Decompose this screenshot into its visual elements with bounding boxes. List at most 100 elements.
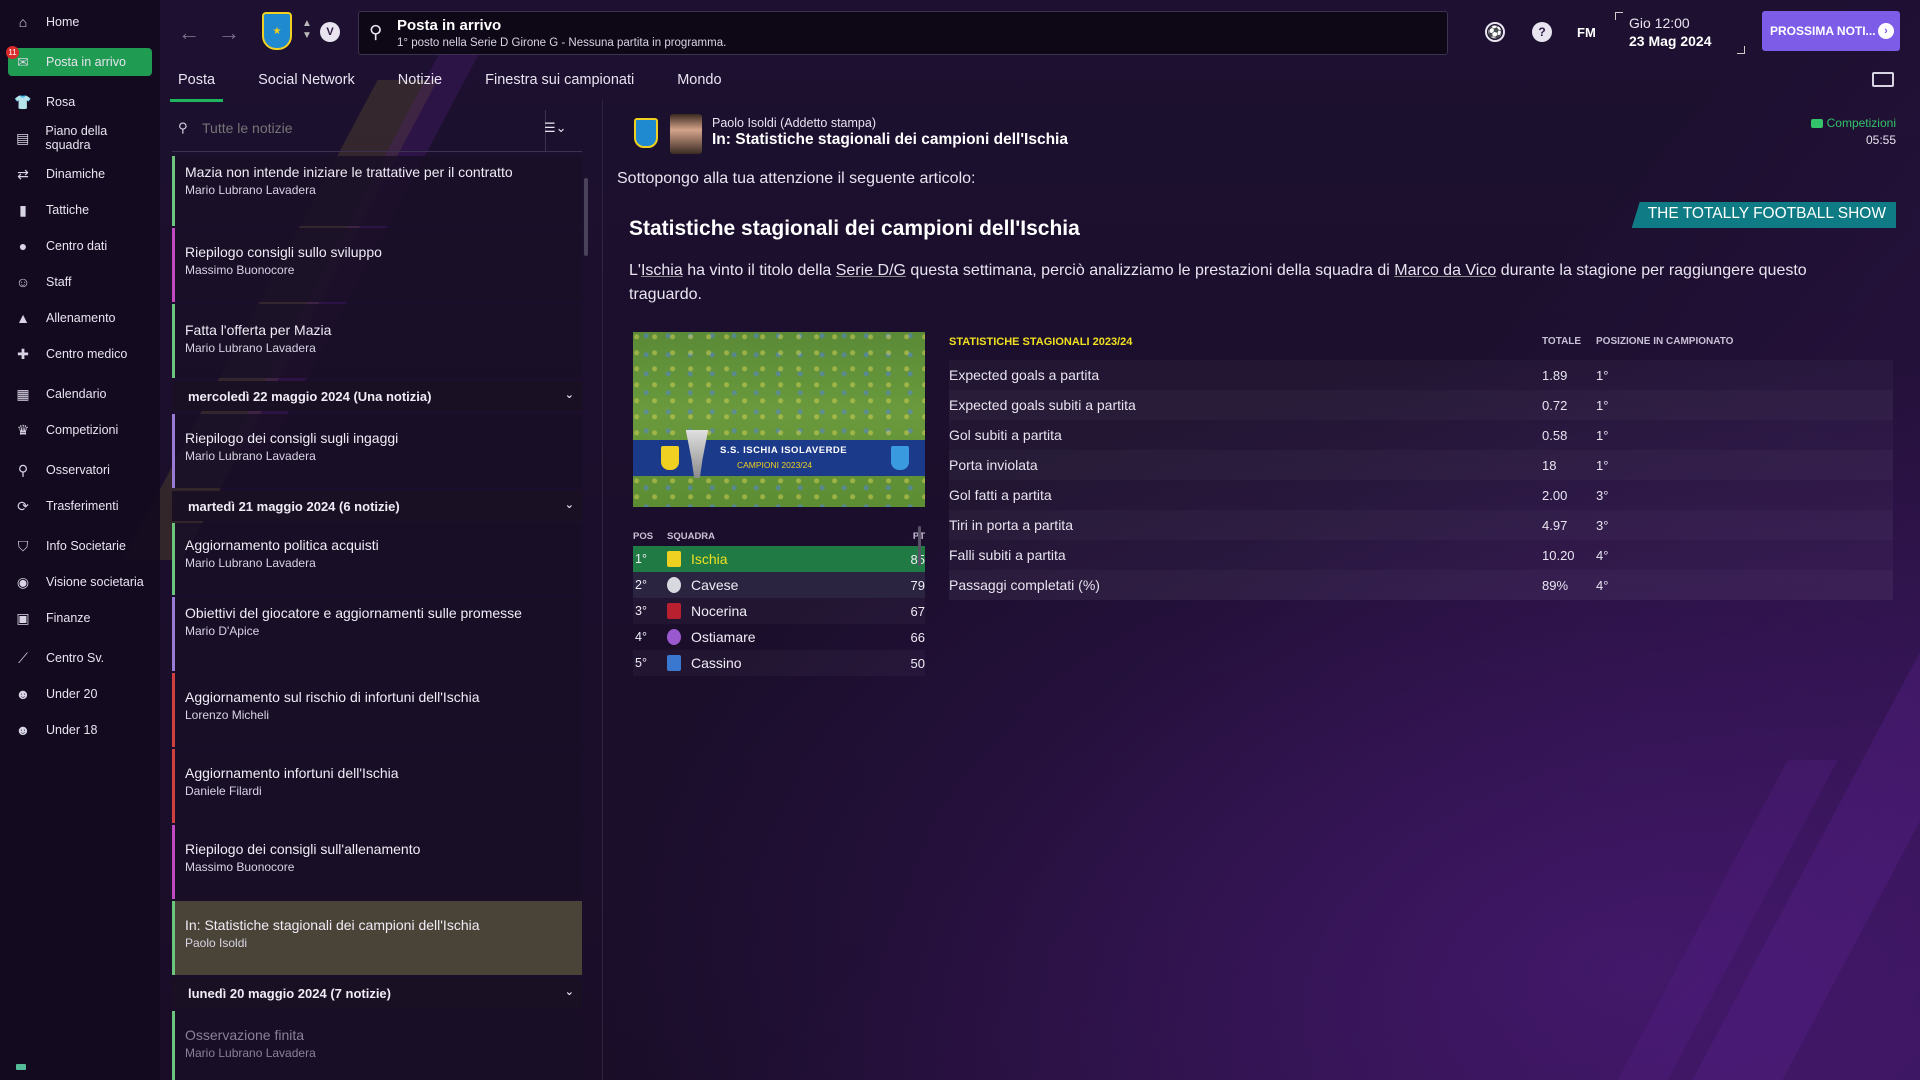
table-scrollbar[interactable]: [918, 526, 921, 566]
sidebar: 11 ⌂ Home ✉ Posta in arrivo 👕 Rosa ▤ Piano d…: [0, 0, 160, 1080]
list-item[interactable]: Aggiornamento politica acquisti Mario Lu…: [172, 523, 582, 595]
team-crest: [667, 603, 681, 619]
sidebar-item-squad-plan[interactable]: ▤ Piano della squadra: [8, 124, 152, 152]
sidebar-item-tactics[interactable]: ▮ Tattiche: [8, 196, 152, 224]
news-search-input[interactable]: [202, 120, 502, 136]
stat-value: 18: [1542, 457, 1557, 473]
sidebar-item-dynamics[interactable]: ⇄ Dinamiche: [8, 160, 152, 188]
list-item-selected[interactable]: In: Statistiche stagionali dei campioni …: [172, 901, 582, 975]
continue-button[interactable]: PROSSIMA NOTI... ›: [1762, 11, 1900, 51]
sidebar-item-staff[interactable]: ☺ Staff: [8, 268, 152, 296]
date-group-header[interactable]: martedì 21 maggio 2024 (6 notizie) ⌄: [172, 491, 582, 521]
table-row[interactable]: 5° Cassino 50: [633, 650, 925, 676]
stat-rank: 1°: [1596, 427, 1609, 443]
sidebar-item-under18[interactable]: ☻ Under 18: [8, 716, 152, 744]
list-item[interactable]: Aggiornamento infortuni dell'Ischia Dani…: [172, 749, 582, 823]
squad-icon: 👕: [14, 93, 32, 110]
message-sender: Daniele Filardi: [185, 784, 262, 798]
back-arrow-icon[interactable]: ←: [178, 20, 200, 46]
vision-icon: ◉: [16, 573, 30, 590]
tab-news[interactable]: Notizie: [390, 70, 450, 96]
club-switch-chevrons-icon[interactable]: ▲ ▼: [302, 18, 312, 42]
list-item[interactable]: Osservazione finita Mario Lubrano Lavade…: [172, 1011, 582, 1080]
help-icon[interactable]: ?: [1532, 22, 1552, 42]
stats-rows: Expected goals a partita 1.89 1° Expected …: [949, 360, 1893, 600]
club-badge[interactable]: ★: [262, 12, 292, 50]
category-link[interactable]: Competizioni: [1810, 116, 1896, 130]
sidebar-item-finances[interactable]: ▣ Finanze: [8, 604, 152, 632]
sidebar-item-club-vision[interactable]: ◉ Visione societaria: [8, 568, 152, 596]
table-row[interactable]: 3° Nocerina 67: [633, 598, 925, 624]
tab-social-network[interactable]: Social Network: [250, 70, 363, 96]
message-title: Riepilogo dei consigli sugli ingaggi: [185, 430, 399, 446]
list-scrollbar[interactable]: [584, 178, 588, 256]
sidebar-item-label: Rosa: [46, 95, 76, 109]
sidebar-item-competitions[interactable]: ♛ Competizioni: [8, 416, 152, 444]
message-title: Riepilogo consigli sullo sviluppo: [185, 244, 382, 260]
list-item[interactable]: Riepilogo dei consigli sugli ingaggi Mar…: [172, 414, 582, 488]
sender-name[interactable]: Paolo Isoldi (Addetto stampa): [712, 116, 876, 130]
sidebar-item-club-info[interactable]: ⛉ Info Societarie: [8, 532, 152, 560]
sidebar-item-scouting[interactable]: ⚲ Osservatori: [8, 456, 152, 484]
stat-label: Gol fatti a partita: [949, 487, 1052, 503]
date-group-header[interactable]: mercoledì 22 maggio 2024 (Una notizia) ⌄: [172, 381, 582, 411]
forward-arrow-icon[interactable]: →: [218, 20, 240, 46]
chevron-down-icon: ⌄: [564, 389, 574, 401]
sidebar-item-transfers[interactable]: ⟳ Trasferimenti: [8, 492, 152, 520]
sender-avatar[interactable]: [670, 114, 702, 154]
list-item[interactable]: Obiettivi del giocatore e aggiornamenti …: [172, 597, 582, 671]
fm-logo[interactable]: FM: [1577, 25, 1596, 40]
table-row[interactable]: 1° Ischia 85: [633, 546, 925, 572]
list-item[interactable]: Mazia non intende iniziare le trattative…: [172, 156, 582, 226]
top-bar: ← → ★ ▲ ▼ V ⚲ Posta in arrivo 1° posto ne…: [160, 0, 1920, 60]
stat-value: 0.72: [1542, 397, 1568, 413]
sidebar-item-medical[interactable]: ✚ Centro medico: [8, 340, 152, 368]
date-display[interactable]: Gio 12:00 23 Mag 2024: [1615, 12, 1745, 54]
message-sender: Mario Lubrano Lavadera: [185, 449, 316, 463]
competition-link[interactable]: Serie D/G: [836, 262, 906, 279]
sidebar-item-training[interactable]: ▲ Allenamento: [8, 304, 152, 332]
under20-icon: ☻: [15, 686, 31, 702]
tab-world[interactable]: Mondo: [669, 70, 729, 96]
stat-rank: 1°: [1596, 457, 1609, 473]
message-title: Osservazione finita: [185, 1027, 305, 1043]
stat-value: 10.20: [1542, 547, 1575, 563]
page-subtitle: 1° posto nella Serie D Girone G - Nessun…: [397, 37, 727, 49]
manager-link[interactable]: Marco da Vico: [1394, 262, 1496, 279]
list-item[interactable]: Aggiornamento sul rischio di infortuni d…: [172, 673, 582, 747]
tactics-icon: ▮: [19, 201, 27, 218]
tab-mail[interactable]: Posta: [170, 70, 224, 102]
sidebar-item-calendar[interactable]: ▦ Calendario: [8, 380, 152, 408]
football-icon[interactable]: ⚽: [1485, 22, 1505, 42]
message-sender: Mario Lubrano Lavadera: [185, 183, 316, 197]
message-heading: In: Statistiche stagionali dei campioni …: [712, 131, 1068, 148]
list-item[interactable]: Riepilogo consigli sullo sviluppo Massim…: [172, 228, 582, 302]
date-group-header[interactable]: lunedì 20 maggio 2024 (7 notizie) ⌄: [172, 978, 582, 1008]
sidebar-toggle-icon[interactable]: [16, 1064, 26, 1070]
list-item[interactable]: Fatta l'offerta per Mazia Mario Lubrano …: [172, 304, 582, 378]
filter-menu-icon[interactable]: ☰⌄: [544, 120, 567, 136]
sidebar-item-label: Posta in arrivo: [46, 55, 126, 69]
sidebar-item-data-hub[interactable]: ● Centro dati: [8, 232, 152, 260]
tab-league-window[interactable]: Finestra sui campionati: [477, 70, 642, 96]
search-bar[interactable]: ⚲ Posta in arrivo 1° posto nella Serie D…: [358, 11, 1448, 55]
transfer-icon: ⟳: [17, 497, 29, 514]
sidebar-item-inbox[interactable]: ✉ Posta in arrivo: [8, 48, 152, 76]
sidebar-item-dev-centre[interactable]: ⟋ Centro Sv.: [8, 644, 152, 672]
sidebar-item-under20[interactable]: ☻ Under 20: [8, 680, 152, 708]
screen-icon[interactable]: [1872, 72, 1894, 87]
arrow-right-icon: ›: [1878, 23, 1894, 39]
table-row[interactable]: 4° Ostiamare 66: [633, 624, 925, 650]
team-link[interactable]: Ischia: [641, 262, 683, 279]
corner-decor: [1737, 46, 1745, 54]
champions-banner: S.S. ISCHIA ISOLAVERDE CAMPIONI 2023/24: [633, 440, 925, 476]
sidebar-item-home[interactable]: ⌂ Home: [8, 8, 152, 36]
calendar-icon: ▦: [16, 385, 30, 402]
sidebar-item-label: Under 18: [46, 723, 98, 737]
table-row[interactable]: 2° Cavese 79: [633, 572, 925, 598]
club-menu-icon[interactable]: V: [320, 22, 340, 42]
body-text: L': [629, 262, 641, 279]
sidebar-item-squad[interactable]: 👕 Rosa: [8, 88, 152, 116]
list-item[interactable]: Riepilogo dei consigli sull'allenamento …: [172, 825, 582, 899]
stat-rank: 1°: [1596, 367, 1609, 383]
